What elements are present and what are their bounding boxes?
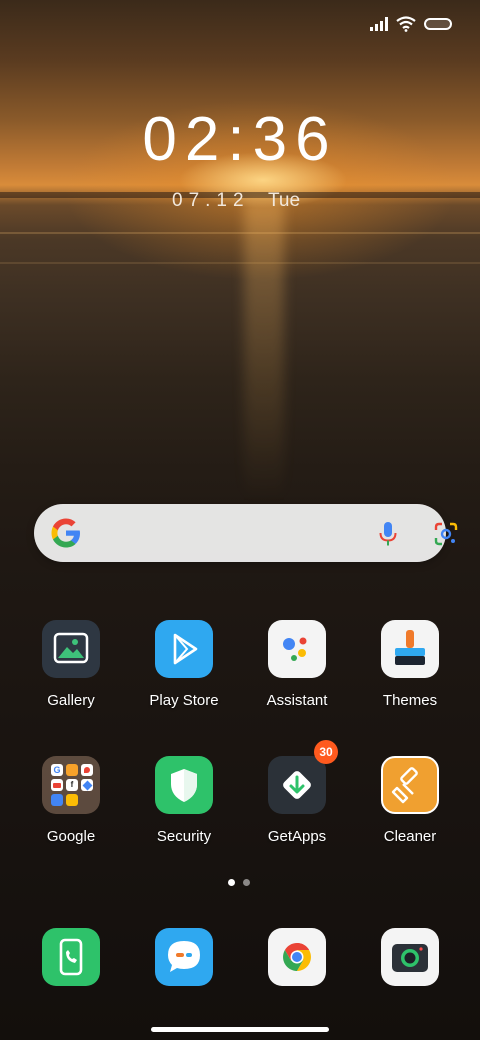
google-lens-icon[interactable] (433, 521, 459, 547)
wifi-icon (396, 16, 416, 32)
page-indicator[interactable] (228, 879, 250, 886)
wallpaper-wave (0, 232, 480, 234)
themes-icon (381, 620, 439, 678)
clock-date: 07.12 (172, 190, 250, 211)
app-security[interactable]: Security (129, 756, 239, 845)
dock-camera[interactable] (381, 928, 439, 986)
microphone-icon[interactable] (377, 521, 399, 547)
cleaner-icon (381, 756, 439, 814)
phone-icon (59, 938, 83, 976)
app-label: Security (156, 828, 212, 845)
app-label: Gallery (47, 692, 95, 709)
assistant-icon (268, 620, 326, 678)
camera-icon (392, 944, 428, 972)
page-dot-active (228, 879, 235, 886)
notification-badge: 30 (314, 740, 338, 764)
getapps-icon (268, 756, 326, 814)
wallpaper-sun-reflection (244, 200, 284, 500)
battery-icon (424, 18, 452, 30)
app-label: Cleaner (383, 828, 437, 845)
dock-messages[interactable] (155, 928, 213, 986)
google-folder-icon: G f (42, 756, 100, 814)
app-play-store[interactable]: Play Store (129, 620, 239, 709)
app-label: Assistant (266, 692, 328, 709)
chrome-icon (283, 943, 311, 971)
dock-chrome[interactable] (268, 928, 326, 986)
app-google-folder[interactable]: G f Google (16, 756, 126, 845)
app-getapps[interactable]: 30 GetApps (242, 740, 352, 845)
gallery-icon (42, 620, 100, 678)
dock-phone[interactable] (42, 928, 100, 986)
app-themes[interactable]: Themes (355, 620, 465, 709)
google-g-icon (51, 518, 80, 548)
status-bar (370, 16, 452, 32)
app-label: GetApps (267, 828, 327, 845)
google-search-bar[interactable] (34, 504, 458, 562)
security-icon (155, 756, 213, 814)
app-assistant[interactable]: Assistant (242, 620, 352, 709)
wallpaper-wave (0, 262, 480, 264)
app-label: Themes (382, 692, 438, 709)
app-gallery[interactable]: Gallery (16, 620, 126, 709)
signal-bars-icon (370, 17, 388, 31)
clock-time[interactable]: 02:36 (0, 104, 480, 175)
page-dot (243, 879, 250, 886)
play-store-icon (155, 620, 213, 678)
clock-day: Tue (268, 190, 301, 211)
home-indicator[interactable] (151, 1027, 329, 1032)
app-label: Play Store (149, 692, 219, 709)
messages-icon (168, 941, 200, 972)
app-cleaner[interactable]: Cleaner (355, 756, 465, 845)
app-label: Google (46, 828, 96, 845)
